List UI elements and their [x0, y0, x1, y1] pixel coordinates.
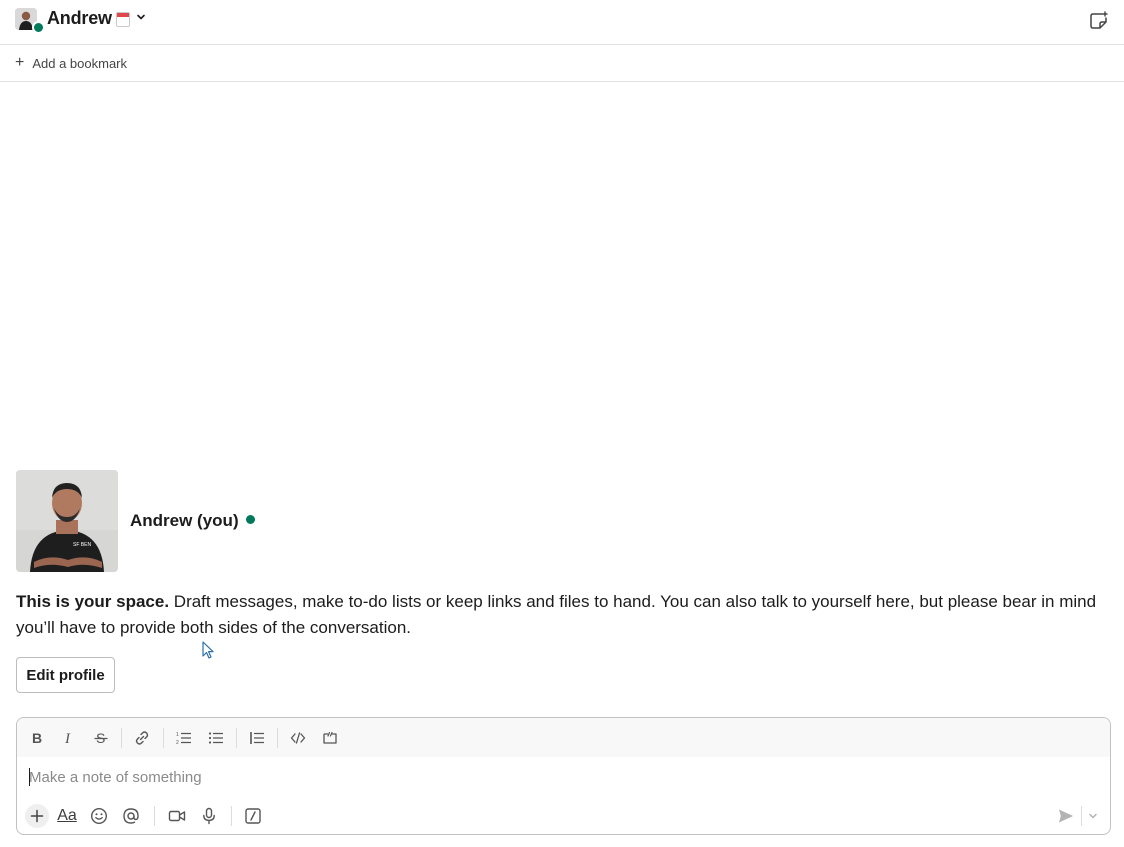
- bookmark-bar: + Add a bookmark: [0, 45, 1124, 82]
- presence-indicator: [32, 21, 45, 34]
- toolbar-divider: [231, 806, 232, 826]
- canvas-note-icon[interactable]: [1088, 10, 1110, 32]
- chevron-down-icon[interactable]: [1084, 804, 1102, 828]
- chevron-down-icon[interactable]: [135, 11, 147, 23]
- calendar-icon: [116, 12, 130, 27]
- mention-icon[interactable]: [119, 804, 143, 828]
- toolbar-divider: [121, 728, 122, 748]
- send-icon[interactable]: [1054, 804, 1078, 828]
- code-icon[interactable]: [287, 727, 309, 749]
- profile-photo[interactable]: SF BEN: [16, 470, 118, 572]
- link-icon[interactable]: [131, 727, 153, 749]
- toolbar-divider: [277, 728, 278, 748]
- blockquote-icon[interactable]: [246, 727, 268, 749]
- strikethrough-icon[interactable]: S: [90, 727, 112, 749]
- edit-profile-button[interactable]: Edit profile: [16, 657, 115, 693]
- bullet-list-icon[interactable]: [205, 727, 227, 749]
- toolbar-divider: [154, 806, 155, 826]
- svg-text:B: B: [32, 730, 42, 746]
- bold-icon[interactable]: B: [26, 727, 48, 749]
- mouse-cursor-icon: [202, 641, 214, 659]
- channel-title[interactable]: Andrew: [47, 8, 112, 29]
- text-caret: [29, 768, 30, 786]
- add-bookmark-button[interactable]: + Add a bookmark: [15, 55, 127, 71]
- svg-text:SF BEN: SF BEN: [73, 542, 91, 548]
- composer-actions: Aa: [17, 798, 1110, 834]
- message-input[interactable]: [29, 766, 1079, 788]
- toolbar-divider: [163, 728, 164, 748]
- svg-text:2: 2: [176, 740, 179, 746]
- toolbar-divider: [236, 728, 237, 748]
- svg-text:1: 1: [176, 732, 179, 738]
- ordered-list-icon[interactable]: 12: [173, 727, 195, 749]
- presence-indicator: [246, 515, 255, 524]
- video-icon[interactable]: [165, 804, 189, 828]
- microphone-icon[interactable]: [197, 804, 221, 828]
- toolbar-divider: [1081, 806, 1082, 826]
- intro-body: Draft messages, make to-do lists or keep…: [16, 592, 1097, 637]
- channel-header: Andrew: [0, 0, 1124, 45]
- message-composer: B I S 12 Make a note of something Aa: [16, 717, 1111, 835]
- code-block-icon[interactable]: [319, 727, 341, 749]
- emoji-icon[interactable]: [87, 804, 111, 828]
- plus-icon: +: [15, 54, 25, 71]
- formatting-toolbar: B I S 12: [17, 718, 1110, 757]
- add-bookmark-label: Add a bookmark: [32, 55, 128, 71]
- italic-icon[interactable]: I: [58, 727, 80, 749]
- slash-command-icon[interactable]: [241, 804, 265, 828]
- formatting-toggle-button[interactable]: Aa: [55, 804, 79, 828]
- intro-lead: This is your space.: [16, 592, 170, 611]
- svg-text:I: I: [64, 731, 71, 746]
- intro-text: This is your space. Draft messages, make…: [16, 589, 1106, 641]
- profile-name: Andrew (you): [130, 511, 239, 530]
- plus-icon[interactable]: [25, 804, 49, 828]
- formatting-icon: Aa: [57, 807, 77, 824]
